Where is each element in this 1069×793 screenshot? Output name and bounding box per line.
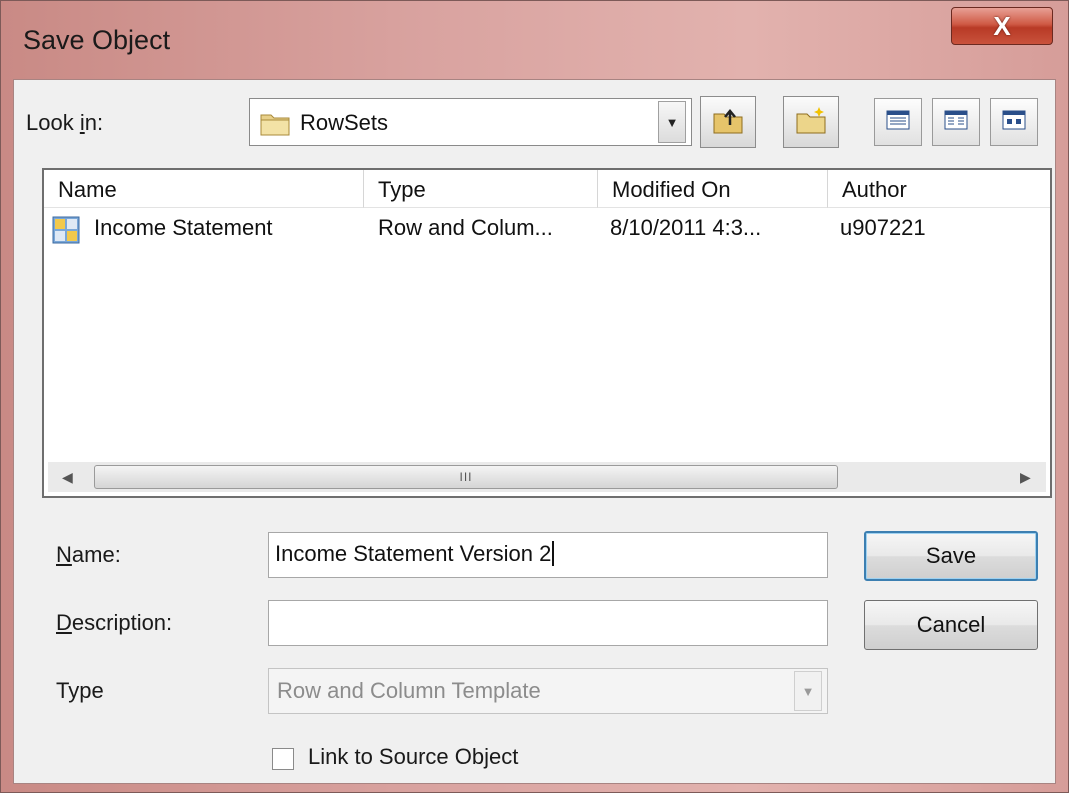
- scroll-left-icon[interactable]: ◀: [62, 469, 73, 486]
- horizontal-scrollbar[interactable]: ◀ III ▶: [48, 462, 1046, 492]
- row-author: u907221: [840, 215, 926, 240]
- cancel-button[interactable]: Cancel: [864, 600, 1038, 650]
- large-icons-view-button[interactable]: [990, 98, 1038, 146]
- save-object-dialog: Save Object X Look in: RowSets ▼ Name Ty…: [0, 0, 1069, 793]
- rowset-template-icon: [52, 216, 80, 249]
- row-type: Row and Colum...: [378, 215, 553, 240]
- file-list[interactable]: Name Type Modified On Author Income Stat…: [42, 168, 1052, 498]
- large-icons-view-icon: [1002, 110, 1026, 135]
- description-field[interactable]: [268, 600, 828, 646]
- dialog-body: Look in: RowSets ▼ Name Type Modified On…: [13, 79, 1056, 784]
- column-header-modified-on[interactable]: Modified On: [598, 170, 828, 208]
- link-to-source-label: Link to Source Object: [308, 744, 519, 769]
- type-value: Row and Column Template: [277, 678, 541, 703]
- details-view-button[interactable]: [932, 98, 980, 146]
- name-field[interactable]: Income Statement Version 2: [268, 532, 828, 578]
- scrollbar-grip: III: [459, 470, 473, 484]
- scroll-right-icon[interactable]: ▶: [1020, 469, 1031, 486]
- save-button[interactable]: Save: [864, 531, 1038, 581]
- type-dropdown[interactable]: Row and Column Template ▼: [268, 668, 828, 714]
- list-view-icon: [886, 110, 910, 135]
- chevron-down-icon[interactable]: ▼: [794, 671, 822, 711]
- list-view-button[interactable]: [874, 98, 922, 146]
- window-title: Save Object: [23, 25, 171, 55]
- new-folder-button[interactable]: [783, 96, 839, 148]
- title-bar[interactable]: Save Object X: [1, 1, 1068, 79]
- description-label: Description:: [56, 610, 173, 635]
- chevron-down-icon[interactable]: ▼: [658, 101, 686, 143]
- close-button[interactable]: X: [951, 7, 1053, 45]
- up-one-level-button[interactable]: [700, 96, 756, 148]
- column-header-author[interactable]: Author: [828, 170, 1050, 208]
- details-view-icon: [944, 110, 968, 135]
- text-cursor: [552, 541, 555, 566]
- row-name: Income Statement: [94, 215, 273, 240]
- up-one-level-icon: [712, 105, 744, 140]
- row-modified-on: 8/10/2011 4:3...: [610, 215, 762, 240]
- column-header-name[interactable]: Name: [44, 170, 364, 208]
- table-row[interactable]: Income Statement Row and Colum... 8/10/2…: [44, 210, 1050, 250]
- look-in-label: Look in:: [26, 110, 104, 135]
- look-in-dropdown[interactable]: RowSets ▼: [249, 98, 692, 146]
- type-label: Type: [56, 678, 104, 703]
- new-folder-icon: [795, 105, 827, 140]
- column-header-type[interactable]: Type: [364, 170, 598, 208]
- scrollbar-thumb[interactable]: III: [94, 465, 838, 489]
- link-to-source-checkbox[interactable]: [272, 748, 294, 770]
- close-icon: X: [993, 10, 1011, 41]
- folder-icon: [260, 110, 290, 141]
- name-label: Name:: [56, 542, 121, 567]
- look-in-value: RowSets: [300, 110, 389, 135]
